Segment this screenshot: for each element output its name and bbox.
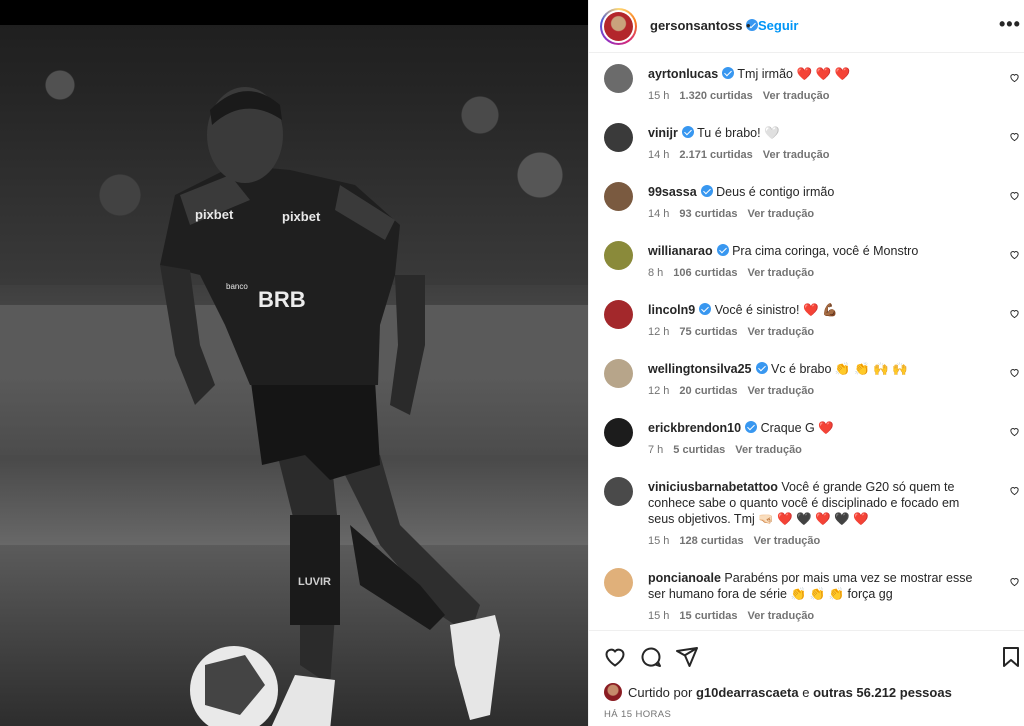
save-bookmark-icon[interactable] — [999, 645, 1023, 669]
shirt-bank: BRB — [258, 287, 306, 312]
like-comment-heart-icon[interactable] — [1009, 485, 1020, 496]
like-comment-heart-icon[interactable] — [1009, 131, 1020, 142]
liked-by-user[interactable]: g10dearrascaeta — [696, 685, 799, 700]
comment-likes[interactable]: 1.320 curtidas — [679, 90, 752, 102]
comment-text: Vc é brabo 👏 👏 🙌 🙌 — [771, 362, 908, 376]
comment-time: 14 h — [648, 208, 670, 220]
comment-username[interactable]: vinijr — [648, 126, 678, 140]
comment-time: 12 h — [648, 385, 670, 397]
comment-time: 15 h — [648, 535, 670, 547]
liked-by-others[interactable]: outras 56.212 pessoas — [813, 685, 952, 700]
translate-link[interactable]: Ver tradução — [763, 149, 830, 161]
comment-username[interactable]: viniciusbarnabetattoo — [648, 480, 778, 494]
like-heart-icon[interactable] — [603, 645, 627, 669]
comment-username[interactable]: erickbrendon10 — [648, 421, 741, 435]
comment-username[interactable]: poncianoale — [648, 571, 721, 585]
comment-avatar[interactable] — [604, 64, 633, 93]
like-comment-heart-icon[interactable] — [1009, 367, 1020, 378]
comment-text: Deus é contigo irmão — [716, 185, 835, 199]
follow-button[interactable]: Seguir — [758, 18, 798, 33]
post-side-panel: gersonsantoss • Seguir ••• ayrtonlucas T… — [588, 0, 1024, 726]
translate-link[interactable]: Ver tradução — [735, 444, 802, 456]
comment-username[interactable]: wellingtonsilva25 — [648, 362, 752, 376]
shirt-sponsor-right: pixbet — [282, 209, 321, 224]
post-actions-bar: Curtido por g10dearrascaeta e outras 56.… — [589, 630, 1024, 726]
liked-by-prefix: Curtido por — [628, 685, 693, 700]
comment-likes[interactable]: 15 curtidas — [679, 610, 737, 622]
verified-icon — [699, 303, 712, 315]
comment-likes[interactable]: 5 curtidas — [673, 444, 725, 456]
post-header: gersonsantoss • Seguir ••• — [589, 0, 1024, 53]
comment-likes[interactable]: 2.171 curtidas — [679, 149, 752, 161]
comment-likes[interactable]: 106 curtidas — [673, 267, 737, 279]
top-bar — [0, 0, 588, 25]
comment-bubble-icon[interactable] — [639, 645, 663, 669]
verified-icon — [722, 67, 735, 79]
like-comment-heart-icon[interactable] — [1009, 190, 1020, 201]
comment-time: 15 h — [648, 610, 670, 622]
sock-text: LUVIR — [298, 576, 331, 588]
comment-time: 15 h — [648, 90, 670, 102]
translate-link[interactable]: Ver tradução — [748, 385, 815, 397]
comment-username[interactable]: ayrtonlucas — [648, 67, 718, 81]
comment-avatar[interactable] — [604, 241, 633, 270]
comment-avatar[interactable] — [604, 359, 633, 388]
player-figure: pixbet pixbet banco BRB LUVIR — [160, 87, 500, 726]
translate-link[interactable]: Ver tradução — [748, 610, 815, 622]
comment-time: 12 h — [648, 326, 670, 338]
comment-text: Craque G ❤️ — [760, 421, 834, 435]
owner-username[interactable]: gersonsantoss — [650, 18, 759, 33]
comment-username[interactable]: 99sassa — [648, 185, 697, 199]
translate-link[interactable]: Ver tradução — [754, 535, 821, 547]
comment-text: Você é sinistro! ❤️ 💪🏾 — [714, 303, 838, 317]
like-comment-heart-icon[interactable] — [1009, 308, 1020, 319]
like-comment-heart-icon[interactable] — [1009, 576, 1020, 587]
verified-icon — [716, 244, 729, 256]
comment-likes[interactable]: 128 curtidas — [679, 535, 743, 547]
comment-username[interactable]: lincoln9 — [648, 303, 695, 317]
post-photo: pixbet pixbet banco BRB LUVIR — [0, 25, 588, 726]
comment-avatar[interactable] — [604, 568, 633, 597]
comment-time: 14 h — [648, 149, 670, 161]
comment-text: Tmj irmão ❤️ ❤️ ❤️ — [737, 67, 851, 81]
more-options-icon[interactable]: ••• — [999, 14, 1021, 35]
comment-text: Tu é brabo! 🤍 — [697, 126, 780, 140]
like-comment-heart-icon[interactable] — [1009, 426, 1020, 437]
translate-link[interactable]: Ver tradução — [748, 208, 815, 220]
liked-by-and: e — [802, 685, 810, 700]
verified-icon — [681, 126, 694, 138]
comments-list: ayrtonlucas Tmj irmão ❤️ ❤️ ❤️ 15 h 1.320… — [589, 54, 1024, 630]
comment-avatar[interactable] — [604, 300, 633, 329]
translate-link[interactable]: Ver tradução — [763, 90, 830, 102]
owner-avatar[interactable] — [600, 8, 637, 45]
post-timestamp[interactable]: HÁ 15 HORAS — [604, 709, 671, 720]
verified-icon — [700, 185, 713, 197]
comment-likes[interactable]: 75 curtidas — [679, 326, 737, 338]
comment-avatar[interactable] — [604, 123, 633, 152]
comment-likes[interactable]: 20 curtidas — [679, 385, 737, 397]
like-comment-heart-icon[interactable] — [1009, 249, 1020, 260]
verified-icon — [755, 362, 768, 374]
comment-avatar[interactable] — [604, 182, 633, 211]
comment-username[interactable]: willianarao — [648, 244, 713, 258]
liked-by-avatar[interactable] — [604, 683, 622, 701]
comment-avatar[interactable] — [604, 418, 633, 447]
comment-likes[interactable]: 93 curtidas — [679, 208, 737, 220]
share-paper-plane-icon[interactable] — [675, 645, 699, 669]
translate-link[interactable]: Ver tradução — [748, 326, 815, 338]
comment-time: 8 h — [648, 267, 664, 279]
likes-summary: Curtido por g10dearrascaeta e outras 56.… — [604, 683, 952, 701]
shirt-sponsor-left: pixbet — [195, 207, 234, 222]
translate-link[interactable]: Ver tradução — [748, 267, 815, 279]
shirt-bank-small: banco — [226, 282, 248, 291]
owner-avatar-image — [604, 12, 633, 41]
like-comment-heart-icon[interactable] — [1009, 72, 1020, 83]
separator-dot: • — [746, 18, 751, 33]
comment-text: Pra cima coringa, você é Monstro — [732, 244, 919, 258]
comment-avatar[interactable] — [604, 477, 633, 506]
comment-time: 7 h — [648, 444, 664, 456]
verified-icon — [745, 421, 758, 433]
